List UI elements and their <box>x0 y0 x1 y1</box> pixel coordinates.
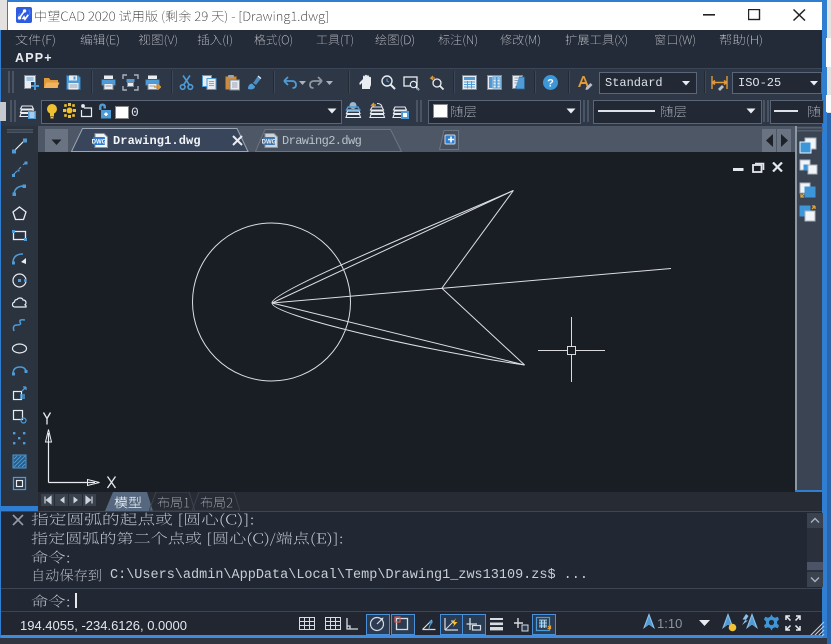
svg-text:?: ? <box>547 78 554 90</box>
svg-text:DWG: DWG <box>92 140 107 146</box>
svg-text:DWG: DWG <box>262 140 277 146</box>
